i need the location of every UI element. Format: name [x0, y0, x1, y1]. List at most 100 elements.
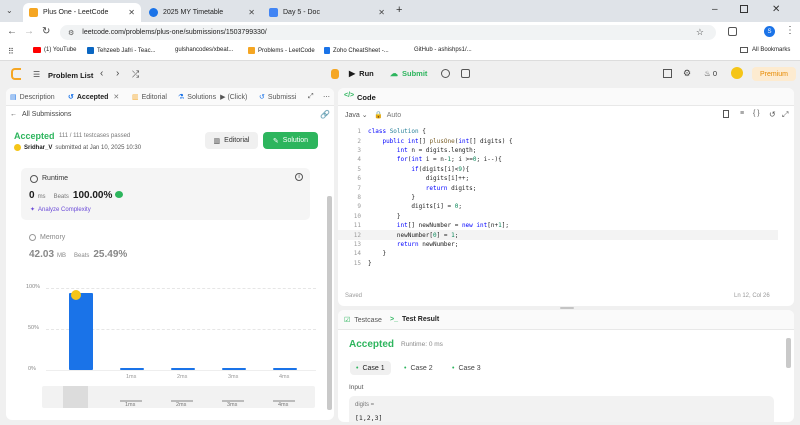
leetcode-logo-icon[interactable] — [11, 68, 21, 80]
tab-test-result[interactable]: >_ Test Result — [390, 316, 439, 323]
tab-solutions[interactable]: ⚗ Solutions ▶ (Click) — [178, 93, 247, 102]
username[interactable]: Sridhar_V — [24, 145, 52, 151]
profile-avatar[interactable]: S — [764, 26, 775, 37]
problem-list-icon[interactable]: ☰ — [33, 70, 40, 79]
close-tab-icon[interactable]: ✕ — [378, 8, 385, 17]
x-tick-label: 2ms — [177, 374, 188, 380]
expand-icon[interactable]: ⤢ — [308, 93, 314, 101]
runtime-bar[interactable] — [120, 367, 144, 370]
language-select[interactable]: Java ⌄ — [345, 111, 368, 119]
debug-icon[interactable] — [331, 69, 339, 79]
tab-submissions[interactable]: ↺ Submissi — [259, 93, 296, 102]
close-window-icon[interactable]: ✕ — [772, 4, 780, 15]
navigator-bar — [273, 400, 295, 402]
case-2-tab[interactable]: • Case 2 — [398, 361, 439, 375]
apps-icon[interactable]: ⠿ — [8, 47, 14, 56]
layout-icon[interactable] — [663, 69, 672, 78]
case-1-tab[interactable]: • Case 1 — [350, 361, 391, 375]
auto-toggle[interactable]: 🔒 Auto — [374, 111, 401, 120]
x-tick-label: 1ms — [126, 374, 137, 380]
close-tab-icon[interactable]: ✕ — [113, 93, 119, 101]
runtime-label: Runtime — [42, 175, 69, 182]
code-text: public int[] plusOne(int[] digits) { — [382, 137, 513, 145]
bookmark-github-xbeat[interactable]: gulshancodes/xbeat... — [175, 47, 233, 53]
link-icon[interactable]: 🔗 — [320, 110, 330, 119]
menu-icon[interactable]: ⋮ — [785, 25, 795, 36]
code-line: 7 return digits; — [338, 183, 778, 192]
timer-icon[interactable] — [441, 69, 450, 78]
bookmark-linkedin[interactable]: Tehzeeb Jafri - Teac... — [87, 47, 156, 54]
submit-button[interactable]: ☁ Submit — [390, 69, 427, 78]
all-submissions-link[interactable]: ← All Submissions — [10, 111, 71, 118]
tab-accepted[interactable]: ↺ Accepted ✕ — [68, 93, 119, 102]
run-label: Run — [359, 69, 374, 78]
notes-icon[interactable] — [461, 69, 470, 78]
premium-button[interactable]: Premium — [752, 67, 796, 81]
minimize-icon[interactable]: – — [712, 4, 718, 15]
panel-resize-handle[interactable] — [560, 307, 574, 309]
code-line: 9 digits[i] = 0; — [338, 202, 778, 211]
close-tab-icon[interactable]: ✕ — [128, 8, 135, 17]
settings-gear-icon[interactable]: ⚙ — [683, 68, 691, 79]
forward-icon[interactable]: → — [24, 26, 34, 37]
result-status: Accepted — [349, 339, 395, 350]
next-problem-icon[interactable]: › — [116, 68, 119, 79]
info-icon[interactable]: i — [295, 173, 303, 181]
tab-editorial[interactable]: ▥ Editorial — [132, 93, 167, 102]
restore-icon[interactable] — [740, 5, 748, 13]
browser-tab-leetcode[interactable]: Plus One - LeetCode ✕ — [23, 3, 141, 22]
memory-header[interactable]: Memory — [29, 234, 65, 241]
tab-testcase[interactable]: ☑ Testcase — [344, 316, 382, 325]
docs-favicon — [269, 8, 278, 17]
runtime-bar[interactable] — [69, 292, 93, 370]
shuffle-icon[interactable]: ⤮ — [132, 69, 139, 80]
browser-tab-doc[interactable]: Day 5 - Doc ✕ — [263, 3, 391, 22]
code-icon: </> — [344, 92, 355, 99]
leetcode-header: ☰ Problem List ‹ › ⤮ ▶ Run ☁ Submit ⚙ ♨ 0 … — [0, 61, 800, 88]
bookmark-zoho[interactable]: Zoho CheatSheet -... — [324, 47, 389, 54]
prev-problem-icon[interactable]: ‹ — [100, 68, 103, 79]
analyze-complexity-link[interactable]: ✦ Analyze Complexity — [30, 206, 91, 214]
bookmark-github-ashish[interactable]: GitHub - ashishps1/... — [414, 47, 472, 53]
solution-button[interactable]: ✎ Solution — [263, 132, 318, 149]
all-bookmarks[interactable]: All Bookmarks — [740, 47, 790, 53]
streak-counter[interactable]: ♨ 0 — [704, 69, 717, 78]
bookmark-leetcode[interactable]: Problems - LeetCode — [248, 47, 315, 54]
x-tick-label: 3ms — [228, 374, 239, 380]
fire-icon: ♨ — [704, 69, 711, 78]
close-tab-icon[interactable]: ✕ — [248, 8, 255, 17]
url-field[interactable]: ⚙ leetcode.com/problems/plus-one/submiss… — [60, 25, 716, 40]
y-tick-50: 50% — [28, 325, 40, 331]
browser-tab-timetable[interactable]: 2025 MY Timetable ✕ — [143, 3, 261, 22]
runtime-bar[interactable] — [171, 367, 195, 370]
reset-icon[interactable]: ↺ — [769, 110, 776, 119]
case-3-tab[interactable]: • Case 3 — [446, 361, 487, 375]
bookmark-icon[interactable] — [723, 110, 729, 118]
back-icon[interactable]: ← — [7, 26, 17, 37]
runtime-bar[interactable] — [273, 367, 297, 370]
bookmark-star-icon[interactable]: ☆ — [696, 27, 704, 38]
code-area[interactable]: 1 class Solution {2 public int[] plusOne(… — [338, 127, 778, 267]
site-info-icon[interactable]: ⚙ — [68, 29, 74, 37]
tab-search-icon[interactable]: ⌄ — [6, 6, 16, 16]
format-icon[interactable]: ≡ — [740, 110, 744, 117]
runtime-card[interactable]: Runtime i 0 ms Beats 100.00% ✦ Analyze Co… — [21, 168, 310, 220]
result-scrollbar[interactable] — [786, 338, 791, 368]
new-tab-button[interactable]: + — [396, 4, 402, 16]
editorial-button[interactable]: ▥ Editorial — [205, 132, 258, 149]
more-icon[interactable]: ⋯ — [323, 93, 330, 101]
problem-list-label[interactable]: Problem List — [48, 71, 93, 80]
braces-icon[interactable]: { } — [753, 110, 760, 117]
dot-icon: • — [356, 364, 359, 372]
tab-description[interactable]: ▤ Description — [10, 93, 55, 102]
navigator-window[interactable] — [63, 386, 88, 408]
input-box[interactable]: digits = [1,2,3] — [349, 396, 774, 422]
fullscreen-icon[interactable]: ⤢ — [782, 110, 788, 120]
bookmark-youtube[interactable]: (1) YouTube — [33, 47, 76, 53]
extensions-icon[interactable] — [728, 27, 737, 36]
runtime-bar[interactable] — [222, 367, 246, 370]
left-scrollbar[interactable] — [327, 196, 332, 410]
reload-icon[interactable]: ↻ — [42, 26, 50, 37]
run-button[interactable]: ▶ Run — [349, 69, 374, 78]
user-avatar[interactable] — [731, 67, 743, 79]
